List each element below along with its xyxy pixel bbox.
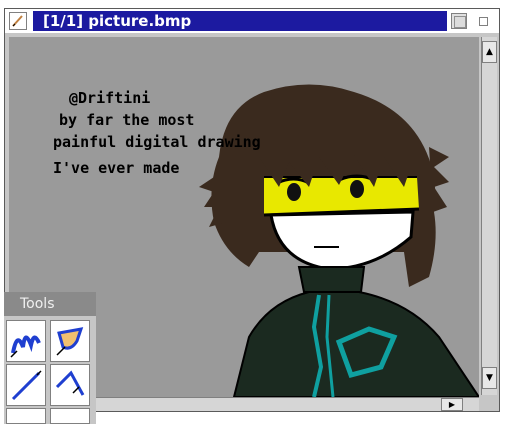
title-bar[interactable]: [1/1] picture.bmp bbox=[5, 9, 499, 33]
caption-line-2: by far the most bbox=[59, 111, 195, 129]
tools-palette: Tools bbox=[4, 292, 96, 424]
minimize-button[interactable] bbox=[475, 13, 491, 29]
window-title: [1/1] picture.bmp bbox=[33, 11, 447, 31]
vertical-scrollbar[interactable]: ▲ ▼ bbox=[481, 37, 497, 395]
fill-tool-button[interactable] bbox=[50, 320, 90, 362]
horizontal-scrollbar[interactable]: ▶ bbox=[95, 397, 479, 411]
caption-line-1: @Driftini bbox=[69, 89, 151, 107]
line-tool-button[interactable] bbox=[6, 364, 46, 406]
tool-button-6[interactable] bbox=[50, 408, 90, 424]
jacket-shape bbox=[232, 291, 479, 397]
scroll-up-button[interactable]: ▲ bbox=[482, 41, 497, 63]
polyline-tool-button[interactable] bbox=[50, 364, 90, 406]
brush-icon bbox=[10, 335, 41, 358]
polyline-icon bbox=[55, 370, 85, 396]
line-icon bbox=[11, 370, 42, 401]
fill-bucket-icon bbox=[56, 327, 84, 356]
scroll-right-button[interactable]: ▶ bbox=[441, 398, 463, 411]
scroll-down-button[interactable]: ▼ bbox=[482, 367, 497, 389]
tool-button-5[interactable] bbox=[6, 408, 46, 424]
caption-line-4: I've ever made bbox=[53, 159, 180, 177]
scrollbar-corner bbox=[481, 395, 497, 411]
caption-line-3: painful digital drawing bbox=[53, 133, 261, 151]
maximize-button[interactable] bbox=[451, 13, 467, 29]
brush-tool-button[interactable] bbox=[6, 320, 46, 362]
tools-palette-title[interactable]: Tools bbox=[4, 292, 96, 316]
document-icon bbox=[9, 12, 27, 30]
face-shape bbox=[269, 210, 415, 271]
